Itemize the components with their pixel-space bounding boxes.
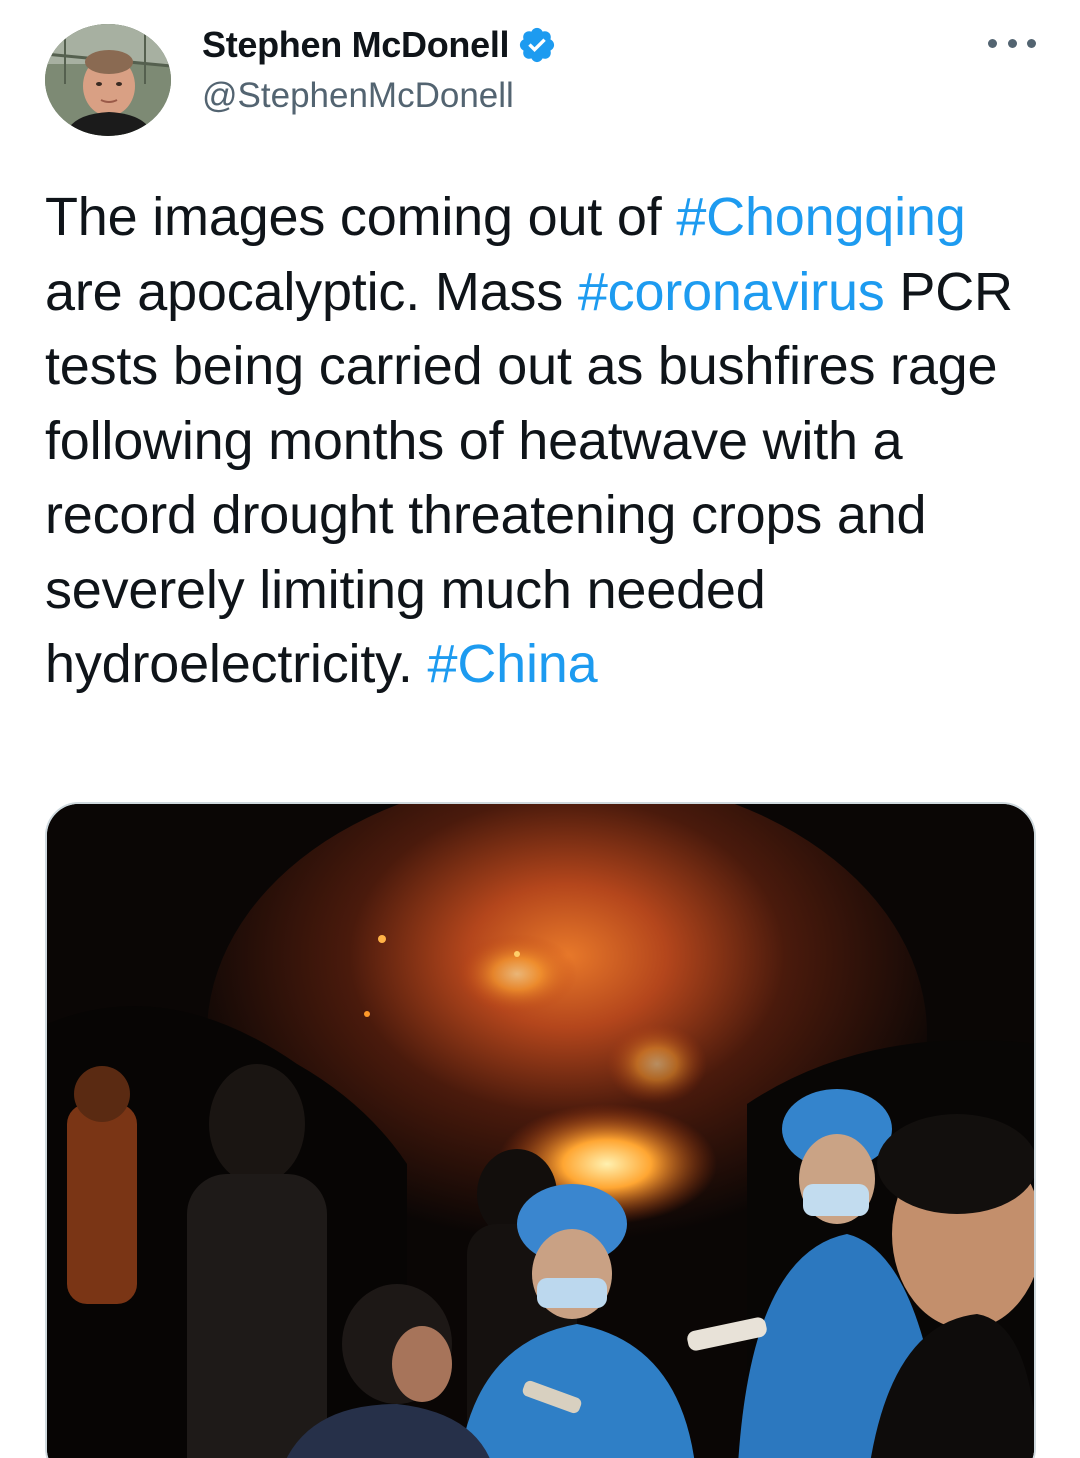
tweet-text-segment: PCR tests being carried out as bushfires… [45, 261, 1013, 695]
handle[interactable]: @StephenMcDonell [202, 76, 557, 116]
name-row: Stephen McDonell [202, 22, 557, 68]
hashtag-link-chongqing[interactable]: #Chongqing [676, 187, 965, 247]
dot [988, 38, 997, 48]
more-dots-icon[interactable] [988, 28, 1036, 58]
verified-badge-icon [520, 27, 555, 63]
dot [1007, 38, 1017, 48]
bushfire-photo [47, 804, 1034, 1458]
avatar[interactable] [45, 24, 171, 136]
tweet-text-segment: are apocalyptic. Mass [45, 261, 578, 322]
author-block: Stephen McDonell @StephenMcDonell [202, 22, 557, 116]
dot [1027, 38, 1036, 48]
tweet-card: Stephen McDonell @StephenMcDonell The im… [0, 0, 1080, 1458]
hashtag-link-coronavirus[interactable]: #coronavirus [578, 262, 885, 322]
display-name[interactable]: Stephen McDonell [202, 24, 510, 66]
tweet-text-segment: The images coming out of [45, 187, 677, 247]
hashtag-link-china[interactable]: #China [428, 634, 598, 694]
tweet-media-photo[interactable] [45, 802, 1036, 1458]
tweet-text: The images coming out of #Chongqing are … [45, 180, 1055, 702]
avatar-photo [45, 24, 171, 136]
